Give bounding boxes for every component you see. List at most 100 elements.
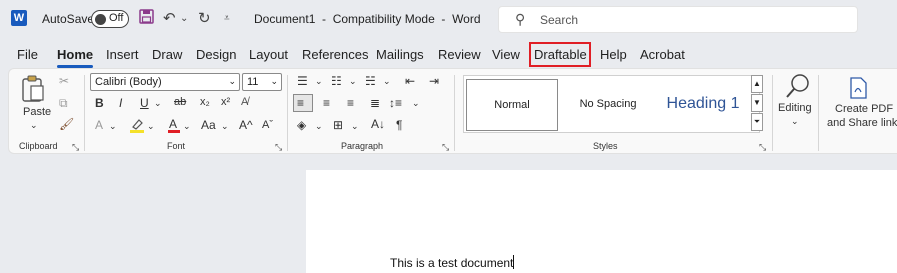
underline-dropdown-icon[interactable]: ⌄ — [154, 99, 162, 108]
paste-button-label[interactable]: Paste — [23, 107, 51, 118]
title-bar: W AutoSave Off ↶ ⌄ ↻ ⩡ Document1 - Compa… — [0, 0, 897, 40]
borders-dropdown-icon[interactable]: ⌄ — [351, 122, 359, 131]
grow-font-icon[interactable]: A^ — [239, 119, 253, 131]
document-title: Document1 - Compatibility Mode - Word — [254, 12, 481, 26]
subscript-icon[interactable]: x₂ — [200, 97, 210, 108]
shrink-font-icon[interactable]: Aˇ — [262, 120, 273, 131]
autosave-label: AutoSave — [42, 12, 95, 26]
tab-draw[interactable]: Draw — [152, 47, 182, 62]
group-divider — [84, 75, 85, 151]
bullets-icon[interactable]: ☰ — [297, 75, 308, 87]
gallery-more-icon[interactable]: ⏷ — [751, 113, 763, 131]
bold-icon[interactable]: B — [95, 97, 104, 109]
strikethrough-icon[interactable]: ab — [174, 97, 186, 108]
align-center-icon[interactable]: ≡ — [323, 97, 330, 109]
shading-dropdown-icon[interactable]: ⌄ — [315, 122, 323, 131]
align-right-icon[interactable]: ≡ — [347, 97, 354, 109]
gallery-up-icon[interactable]: ▲ — [751, 75, 763, 93]
text-cursor — [513, 255, 515, 269]
font-name-combo[interactable]: Calibri (Body) ⌄ — [90, 73, 240, 91]
tab-layout[interactable]: Layout — [249, 47, 288, 62]
document-body-text[interactable]: This is a test document — [390, 255, 515, 270]
superscript-icon[interactable]: x² — [221, 97, 230, 108]
line-spacing-icon[interactable]: ↕≡ — [389, 97, 402, 109]
tab-review[interactable]: Review — [438, 47, 481, 62]
paste-icon[interactable] — [21, 75, 45, 105]
font-color-icon[interactable]: A — [167, 117, 181, 135]
autosave-state: Off — [109, 12, 124, 24]
redo-icon[interactable]: ↻ — [198, 9, 211, 27]
tab-help[interactable]: Help — [600, 47, 627, 62]
draftable-highlight-box — [529, 42, 591, 67]
undo-icon[interactable]: ↶ — [163, 9, 176, 27]
tab-file[interactable]: File — [17, 47, 38, 62]
cut-icon[interactable]: ✂ — [59, 75, 69, 87]
highlight-dropdown-icon[interactable]: ⌄ — [147, 122, 155, 131]
styles-launcher-icon[interactable]: ⤡ — [759, 142, 766, 153]
decrease-indent-icon[interactable]: ⇤ — [405, 75, 415, 87]
editing-label[interactable]: Editing — [778, 103, 812, 114]
clipboard-launcher-icon[interactable]: ⤡ — [72, 142, 79, 153]
clipboard-group-label: Clipboard — [19, 141, 58, 151]
sort-icon[interactable]: A↓ — [371, 118, 385, 130]
tab-view[interactable]: View — [492, 47, 520, 62]
paste-dropdown-icon[interactable]: ⌄ — [30, 121, 38, 130]
font-name-value: Calibri (Body) — [95, 76, 162, 88]
styles-gallery-scroll: ▲ ▼ ⏷ — [751, 75, 763, 133]
format-painter-icon[interactable]: 🖌 — [59, 118, 74, 130]
create-pdf-label-line2[interactable]: and Share link — [827, 118, 897, 129]
create-pdf-icon[interactable] — [849, 77, 867, 101]
paragraph-launcher-icon[interactable]: ⤡ — [442, 142, 449, 153]
style-no-spacing[interactable]: No Spacing — [560, 79, 656, 131]
tab-acrobat[interactable]: Acrobat — [640, 47, 685, 62]
tab-references[interactable]: References — [302, 47, 368, 62]
numbering-icon[interactable]: ☷ — [331, 75, 342, 87]
clear-formatting-icon[interactable]: A̸ — [241, 97, 248, 108]
text-effects-dropdown-icon[interactable]: ⌄ — [109, 122, 117, 131]
copy-icon[interactable]: ⧉ — [59, 97, 68, 109]
justify-icon[interactable]: ≣ — [370, 97, 380, 109]
create-pdf-label-line1[interactable]: Create PDF — [835, 104, 893, 115]
group-divider — [818, 75, 819, 151]
bullets-dropdown-icon[interactable]: ⌄ — [315, 77, 323, 86]
search-box[interactable]: ⚲ Search — [498, 6, 858, 33]
highlight-color-icon[interactable] — [129, 117, 145, 135]
style-normal[interactable]: Normal — [466, 79, 558, 131]
font-size-combo[interactable]: 11 ⌄ — [242, 73, 282, 91]
change-case-dropdown-icon[interactable]: ⌄ — [221, 122, 229, 131]
change-case-icon[interactable]: Aa — [201, 119, 216, 131]
italic-icon[interactable]: I — [119, 97, 122, 109]
align-left-icon[interactable]: ≡ — [293, 94, 313, 112]
tab-mailings[interactable]: Mailings — [376, 47, 424, 62]
save-icon[interactable] — [139, 9, 154, 28]
undo-dropdown-icon[interactable]: ⌄ — [180, 13, 188, 24]
underline-icon[interactable]: U — [140, 97, 149, 109]
ribbon-panel: Paste ⌄ ✂ ⧉ 🖌 Clipboard ⤡ Calibri (Body)… — [8, 68, 897, 154]
ribbon-tabs: File Home Insert Draw Design Layout Refe… — [0, 40, 897, 68]
line-spacing-dropdown-icon[interactable]: ⌄ — [412, 99, 420, 108]
tab-insert[interactable]: Insert — [106, 47, 139, 62]
show-formatting-marks-icon[interactable]: ¶ — [396, 119, 402, 131]
editing-dropdown-icon[interactable]: ⌄ — [791, 117, 799, 126]
borders-icon[interactable]: ⊞ — [333, 119, 343, 131]
font-launcher-icon[interactable]: ⤡ — [275, 142, 282, 153]
shading-icon[interactable]: ◈ — [297, 119, 306, 131]
customize-quick-access-icon[interactable]: ⩡ — [224, 13, 230, 24]
style-heading-1[interactable]: Heading 1 — [658, 79, 748, 131]
increase-indent-icon[interactable]: ⇥ — [429, 75, 439, 87]
autosave-toggle[interactable]: Off — [91, 10, 129, 28]
numbering-dropdown-icon[interactable]: ⌄ — [349, 77, 357, 86]
document-page[interactable]: This is a test document — [306, 170, 897, 273]
tab-home[interactable]: Home — [57, 47, 94, 68]
group-divider — [454, 75, 455, 151]
find-magnifier-icon[interactable] — [785, 73, 811, 103]
chevron-down-icon: ⌄ — [270, 76, 278, 86]
tab-design[interactable]: Design — [196, 47, 236, 62]
word-app-icon: W — [11, 10, 27, 26]
font-color-dropdown-icon[interactable]: ⌄ — [183, 122, 191, 131]
multilevel-dropdown-icon[interactable]: ⌄ — [383, 77, 391, 86]
text-effects-icon[interactable]: A — [95, 119, 103, 131]
chevron-down-icon: ⌄ — [228, 76, 236, 86]
multilevel-list-icon[interactable]: ☵ — [365, 75, 376, 87]
gallery-down-icon[interactable]: ▼ — [751, 94, 763, 112]
